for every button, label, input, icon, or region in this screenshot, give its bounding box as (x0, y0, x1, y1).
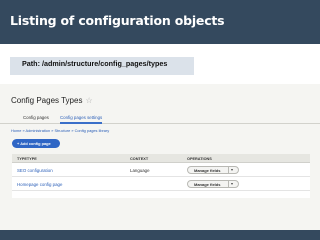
column-header-operations: OPERATIONS (187, 157, 212, 161)
chevron-down-icon[interactable]: ▾ (231, 167, 233, 172)
admin-screenshot: Config Pages Types ☆ Config pages Config … (0, 84, 320, 230)
dropbutton-divider (228, 167, 229, 173)
manage-fields-button[interactable]: Manage fields (194, 168, 220, 173)
star-icon[interactable]: ☆ (85, 96, 92, 105)
operations-dropbutton: Manage fields ▾ (187, 180, 239, 188)
table-row: Homepage config page Manage fields ▾ (12, 177, 310, 191)
column-header-context: CONTEXT (130, 157, 149, 161)
table-row: SEO configuration Language Manage fields… (12, 163, 310, 177)
path-callout: Path: /admin/structure/config_pages/type… (10, 57, 194, 75)
row-context: Language (130, 168, 150, 173)
column-header-type: TYPETYPE (17, 157, 37, 161)
tabs-bar: Config pages Config pages settings (0, 112, 320, 124)
tab-config-pages-settings[interactable]: Config pages settings (60, 112, 103, 124)
table-header: TYPETYPE CONTEXT OPERATIONS (12, 154, 310, 163)
config-pages-table: TYPETYPE CONTEXT OPERATIONS SEO configur… (12, 154, 310, 198)
manage-fields-button[interactable]: Manage fields (194, 182, 220, 187)
row-type-link[interactable]: SEO configuration (17, 168, 53, 173)
page-title: Config Pages Types ☆ (11, 96, 93, 105)
operations-dropbutton: Manage fields ▾ (187, 166, 239, 174)
row-type-link[interactable]: Homepage config page (17, 182, 62, 187)
add-config-page-button[interactable]: + Add config page (12, 139, 60, 148)
slide-header: Listing of configuration objects (0, 0, 320, 44)
slide-footer-band (0, 230, 320, 240)
slide-title: Listing of configuration objects (10, 13, 225, 28)
chevron-down-icon[interactable]: ▾ (231, 181, 233, 186)
breadcrumb[interactable]: Home » Administration » Structure » Conf… (11, 128, 109, 133)
page-title-text: Config Pages Types (11, 96, 83, 105)
dropbutton-divider (228, 181, 229, 187)
tab-config-pages[interactable]: Config pages (23, 112, 49, 124)
